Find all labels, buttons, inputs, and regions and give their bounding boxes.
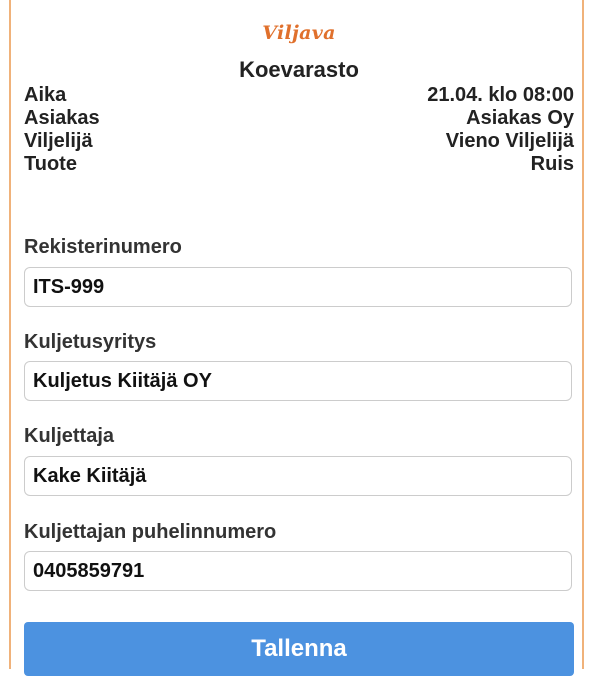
info-label: Tuote [24,153,77,175]
info-row-aika: Aika 21.04. klo 08:00 [24,84,574,107]
company-input[interactable] [24,361,572,401]
warehouse-title: Koevarasto [239,57,359,82]
registration-label: Rekisterinumero [24,236,182,258]
info-label: Aika [24,84,67,106]
info-row-viljelija: Viljelijä Vieno Viljelijä [24,130,574,153]
info-value: Vieno Viljelijä [445,130,574,152]
registration-input[interactable] [24,267,572,307]
info-label: Asiakas [24,107,100,129]
viljava-logo: Viljava [262,22,336,44]
company-label: Kuljetusyritys [24,331,157,353]
right-border [582,0,584,669]
driver-label: Kuljettaja [24,425,115,447]
save-button[interactable]: Tallenna [24,622,574,676]
delivery-form-panel: Viljava Koevarasto Aika 21.04. klo 08:00… [24,0,574,676]
phone-input[interactable] [24,551,572,591]
info-value: 21.04. klo 08:00 [427,84,574,106]
delivery-info: Aika 21.04. klo 08:00 Asiakas Asiakas Oy… [24,84,574,176]
info-row-tuote: Tuote Ruis [24,153,574,176]
info-value: Asiakas Oy [466,107,574,129]
info-row-asiakas: Asiakas Asiakas Oy [24,107,574,130]
info-value: Ruis [530,153,574,175]
driver-input[interactable] [24,456,572,496]
left-border [9,0,11,669]
info-label: Viljelijä [24,130,93,152]
phone-label: Kuljettajan puhelinnumero [24,521,277,543]
